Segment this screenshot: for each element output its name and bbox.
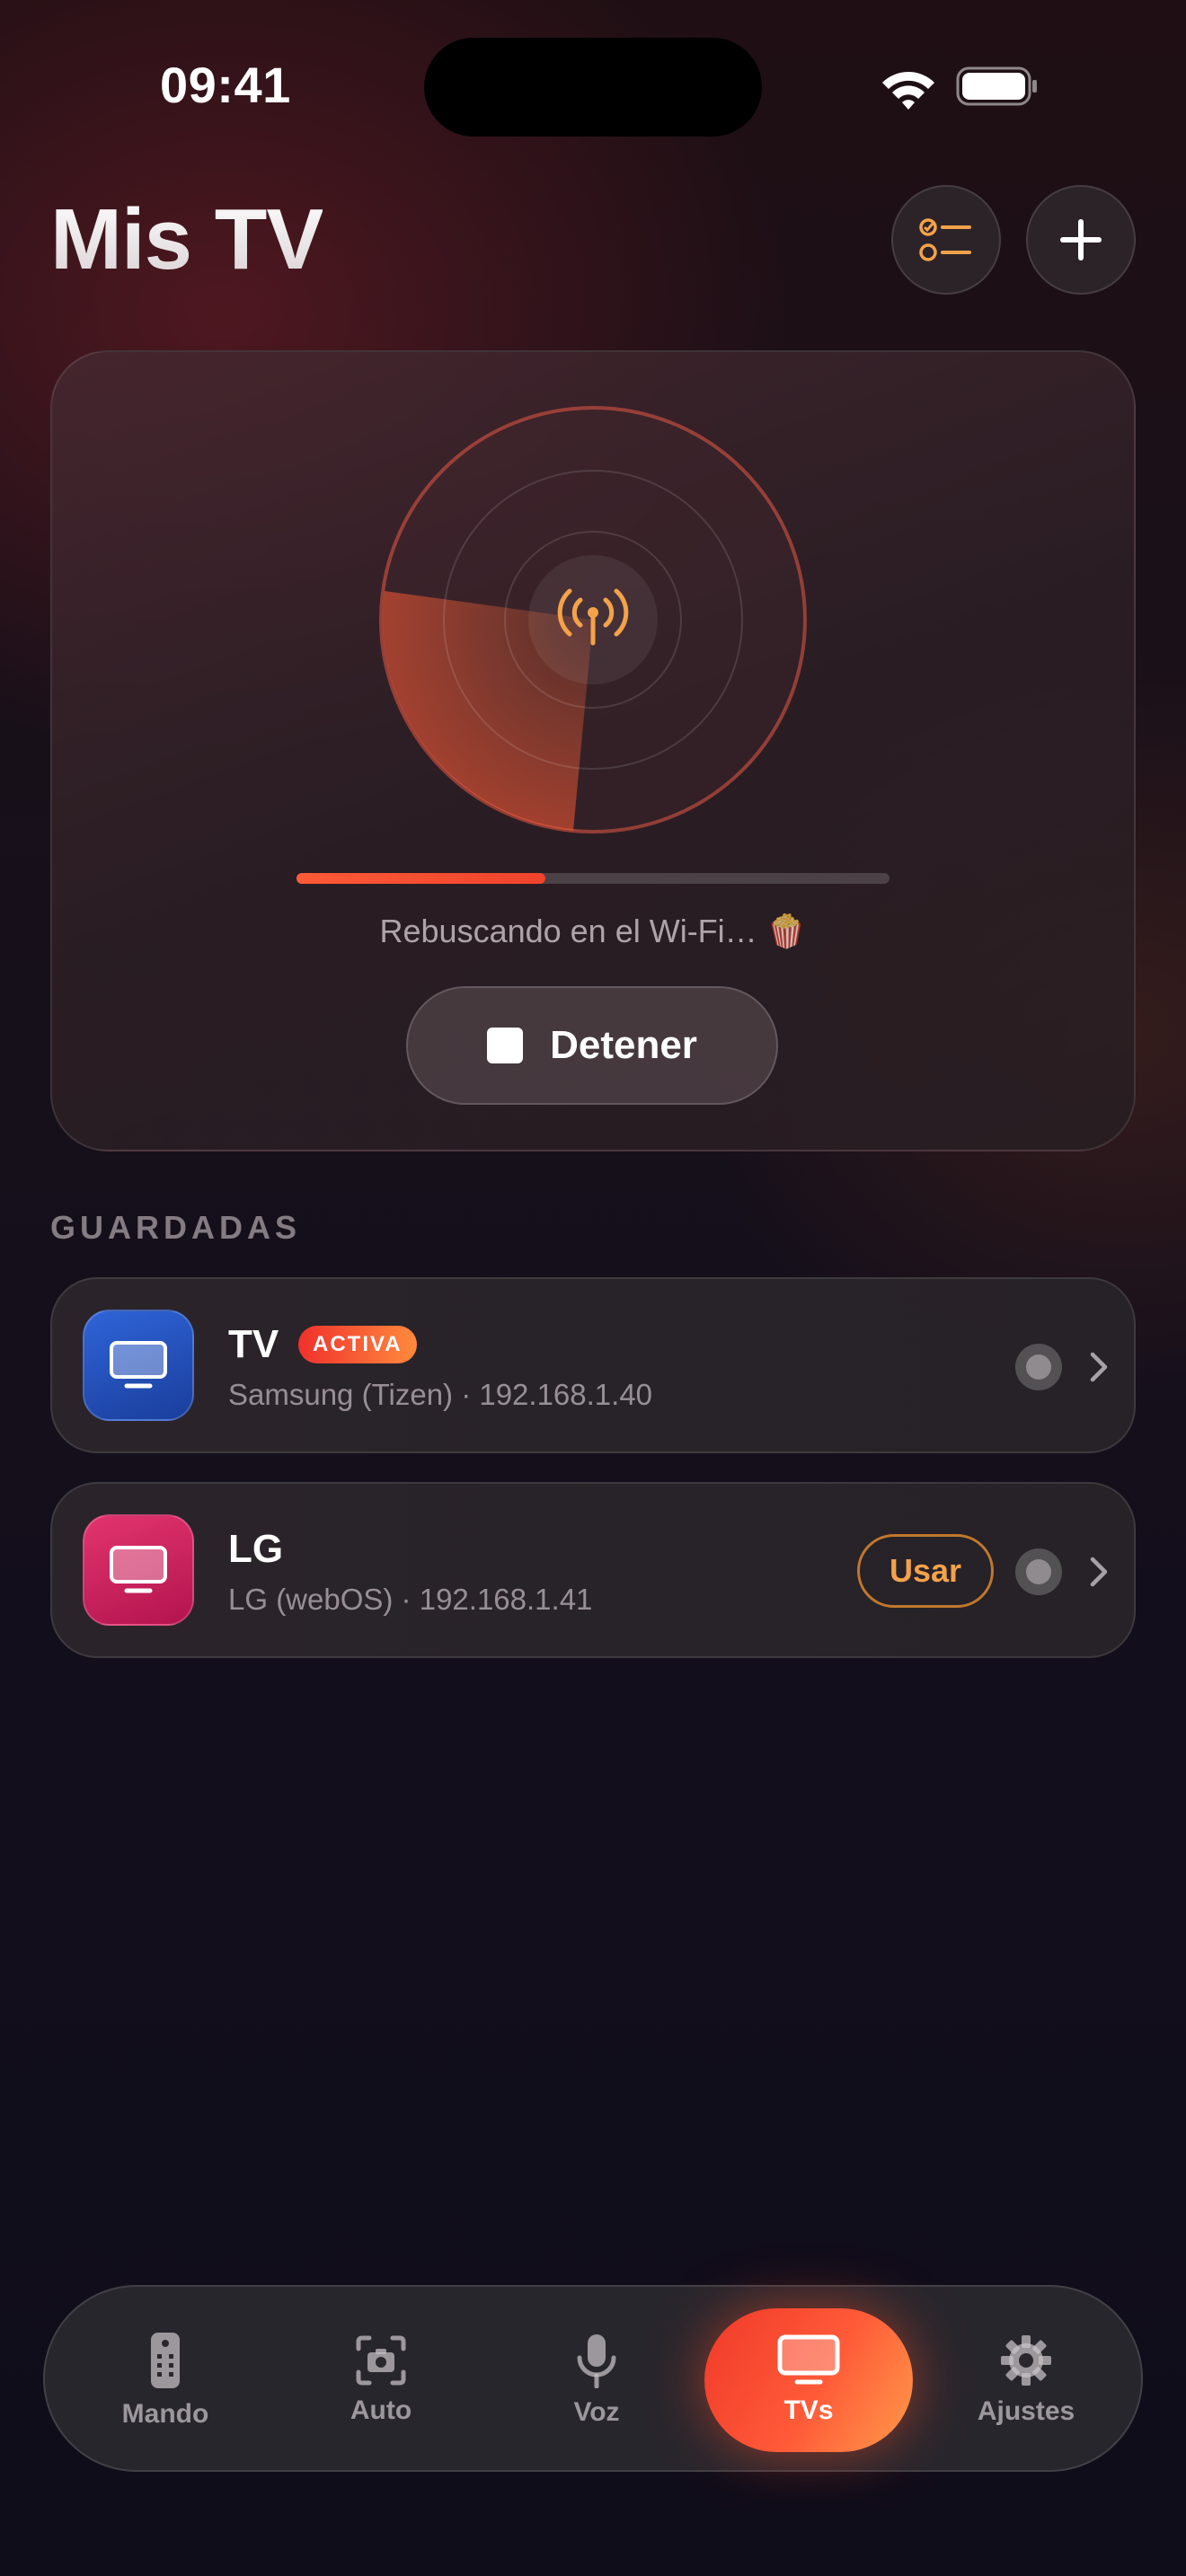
checklist-button[interactable] [891,185,1001,295]
tab-label: TVs [783,2395,834,2425]
checklist-icon [919,218,971,261]
microphone-icon [577,2334,616,2388]
battery-icon [956,66,1037,106]
radio-dot [1026,1559,1051,1584]
wifi-icon [882,71,934,110]
tv-icon [777,2334,840,2385]
tab-mando[interactable]: Mando [84,2287,246,2474]
add-tv-button[interactable] [1026,185,1136,295]
saved-section-label: GUARDADAS [50,1209,301,1246]
dynamic-island [424,38,762,137]
radar-scanner [379,406,807,834]
tab-voz[interactable]: Voz [516,2287,677,2474]
stop-label: Detener [550,1023,697,1067]
gear-icon [1001,2335,1051,2386]
remote-icon [151,2333,180,2388]
tab-label: Mando [121,2399,209,2429]
tv-thumbnail [83,1310,194,1421]
tv-name: TV [228,1322,279,1366]
tv-name: LG [228,1527,284,1571]
tab-label: Voz [573,2397,620,2427]
tv-icon [110,1546,167,1593]
tab-label: Ajustes [977,2396,1075,2426]
select-radio[interactable] [1015,1548,1062,1595]
stop-icon [487,1028,524,1063]
radio-dot [1026,1354,1051,1380]
tab-label: Auto [350,2395,412,2425]
tab-bar: Mando Auto Voz TVs Ajustes [43,2285,1143,2472]
tab-auto[interactable]: Auto [300,2287,462,2474]
page-title: Mis TV [50,191,323,287]
tv-subtitle: Samsung (Tizen) · 192.168.1.40 [228,1378,653,1411]
chevron-right-icon [1090,1352,1108,1382]
scan-status-text: Rebuscando en el Wi-Fi… 🍿 [379,913,807,949]
saved-tv-row[interactable]: TV ACTIVA Samsung (Tizen) · 192.168.1.40 [50,1277,1136,1453]
active-badge: ACTIVA [298,1326,417,1363]
stop-scan-button[interactable]: Detener [406,986,778,1105]
plus-icon [1060,219,1102,260]
status-time: 09:41 [160,57,291,113]
tv-icon [110,1341,167,1389]
chevron-right-icon [1090,1557,1108,1587]
tv-subtitle: LG (webOS) · 192.168.1.41 [228,1583,593,1616]
saved-tv-row[interactable]: LG LG (webOS) · 192.168.1.41 Usar [50,1482,1136,1658]
select-radio[interactable] [1015,1344,1062,1390]
tab-ajustes[interactable]: Ajustes [945,2287,1107,2474]
tv-thumbnail [83,1514,194,1626]
scan-progress-fill [296,873,545,884]
camera-scan-icon [356,2335,406,2386]
tab-tvs[interactable]: TVs [704,2308,913,2452]
use-tv-button[interactable]: Usar [857,1534,994,1608]
